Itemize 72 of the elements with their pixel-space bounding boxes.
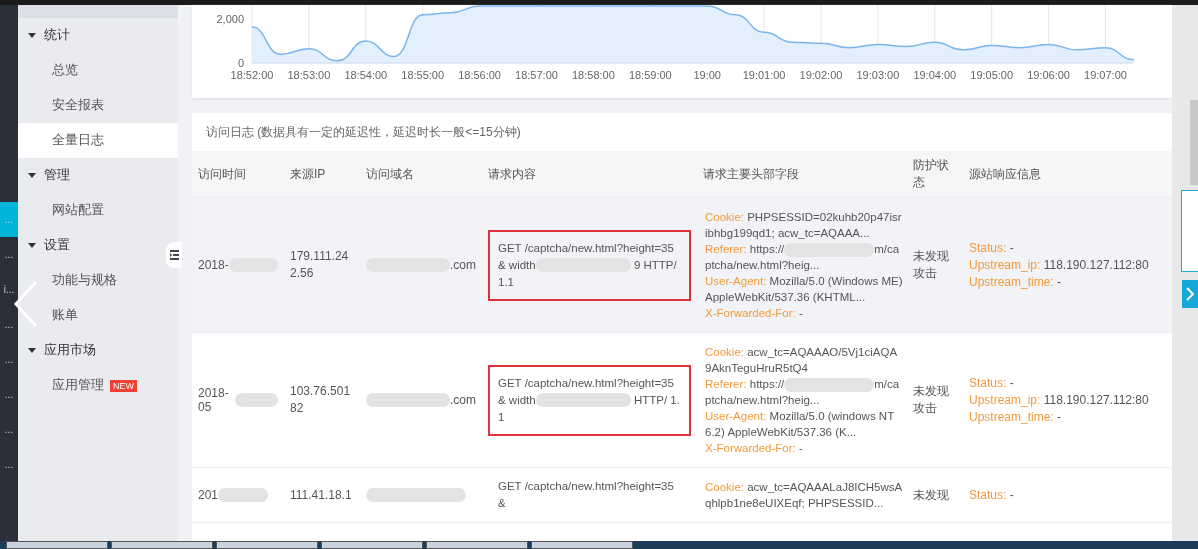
column-header: 防护状态 xyxy=(912,157,950,191)
x-tick-label: 18:59:00 xyxy=(628,69,672,81)
sidebar-item[interactable]: 网站配置 xyxy=(18,193,178,228)
column-header: 访问时间 xyxy=(197,165,247,183)
x-tick-label: 19:02:00 xyxy=(799,69,843,81)
headers-cell-text: Cookie: acw_tc=AQAAALaJ8ICH5wsAqhlpb1ne8eUIXEqf; PHPSESSID... xyxy=(704,480,904,511)
sidebar-group[interactable]: 统计 xyxy=(18,18,178,53)
x-tick-label: 19:06:00 xyxy=(1027,69,1070,81)
rail-item[interactable]: i... xyxy=(0,272,18,307)
highlight-box: GET /captcha/new.html?height=35& width HTTP/ 1.1 xyxy=(488,364,691,436)
rail-item[interactable]: ... xyxy=(0,237,18,272)
scrollbar-thumb[interactable] xyxy=(1190,100,1198,185)
x-tick-label: 19:07:00 xyxy=(1084,69,1127,81)
rail-item[interactable]: ... xyxy=(0,412,18,447)
column-header: 来源IP xyxy=(289,165,327,183)
sidebar-item[interactable]: 全量日志 xyxy=(18,123,178,158)
column-header: 请求主要头部字段 xyxy=(702,165,800,183)
time-cell: 201 xyxy=(198,488,219,502)
time-cell: 2018- xyxy=(198,258,229,272)
sidebar-group[interactable]: 应用市场 xyxy=(18,333,178,368)
response-cell-text: Status: - xyxy=(968,486,1015,504)
protection-status: 未发现 xyxy=(912,486,950,504)
domain-cell: .com xyxy=(450,258,476,272)
sidebar-item[interactable]: 安全报表 xyxy=(18,88,178,123)
sidebar-item[interactable]: 应用管理 NEW xyxy=(18,368,178,403)
time-cell-text: 2018-05 xyxy=(198,386,230,414)
collapse-button[interactable] xyxy=(166,242,182,268)
help-tab[interactable] xyxy=(1181,190,1198,272)
headers-cell-text: Cookie: PHPSESSID=02kuhb20p47isribhbg199qd1; acw_tc=AQAAA... Referer: https:// m/captcha/new.html?heig... User-Agent: Mozilla/5.0 (Windows ME) AppleWebKit/537.36 (KHTML... X-Forwarded-For: - xyxy=(704,210,904,321)
ip-cell-text: 179.111.242.56 xyxy=(289,248,350,282)
protection-status: 未发现攻击 xyxy=(912,383,950,417)
blurred-text xyxy=(235,393,278,407)
rail-item[interactable]: ... xyxy=(0,447,18,482)
new-badge: NEW xyxy=(110,379,137,392)
x-tick-label: 18:56:00 xyxy=(458,69,501,81)
request-cell-text: GET /captcha/new.html?height=35& xyxy=(497,479,675,511)
y-tick-label: 0 xyxy=(237,57,244,69)
menu-icon xyxy=(169,250,179,260)
ip-cell-text: 111.41.18.1 xyxy=(289,486,353,504)
x-tick-label: 19:01:00 xyxy=(742,69,786,81)
log-title: 访问日志 (数据具有一定的延迟性，延迟时长一般<=15分钟) xyxy=(205,123,522,141)
chevron-icon xyxy=(1185,287,1195,301)
x-tick-label: 18:58:00 xyxy=(572,69,615,81)
ip-cell-text: 103.76.50182 xyxy=(289,383,352,417)
rail-item[interactable]: ... xyxy=(0,342,18,377)
headers-cell-text: Cookie: acw_tc=AQAAAO/5Vj1ciAQA9AknTeguHruR5tQ4 Referer: https:// m/captcha/new.html?heig... User-Agent: Mozilla/5.0 (windows NT 6.2) AppleWebKit/537.36 (K... X-Forwarded-For: - xyxy=(704,345,901,456)
column-header: 访问域名 xyxy=(365,165,415,183)
x-tick-label: 19:00 xyxy=(693,69,721,81)
rail-item[interactable]: ... xyxy=(0,377,18,412)
column-header: 请求内容 xyxy=(487,165,537,183)
domain-cell: .com xyxy=(450,393,476,407)
x-tick-label: 18:57:00 xyxy=(515,69,558,81)
y-tick-label: 2,000 xyxy=(216,13,244,26)
sidebar-group[interactable]: 管理 xyxy=(18,158,178,193)
sidebar-item[interactable]: 总览 xyxy=(18,53,178,88)
x-tick-label: 19:03:00 xyxy=(856,69,900,81)
highlight-box: GET /captcha/new.html?height=35& width 9 HTTP/ 1.1 xyxy=(488,229,691,301)
x-tick-label: 19:04:00 xyxy=(913,69,957,81)
response-cell-text: Status: - Upstream_ip: 118.190.127.112:80 Upstream_time: - xyxy=(968,239,1150,291)
chevron-button[interactable] xyxy=(1182,280,1198,308)
sidebar-item[interactable]: 账单 xyxy=(18,298,178,333)
response-cell-text: Status: - Upstream_ip: 118.190.127.112:80 Upstream_time: - xyxy=(968,374,1150,426)
x-tick-label: 18:52:00 xyxy=(230,69,274,81)
rail-item[interactable]: ... xyxy=(0,307,18,342)
blurred-text xyxy=(218,488,269,502)
protection-status: 未发现攻击 xyxy=(912,248,950,282)
sidebar-item[interactable]: 功能与规格 xyxy=(18,263,178,298)
x-tick-label: 18:53:00 xyxy=(287,69,331,81)
x-tick-label: 18:55:00 xyxy=(401,69,445,81)
x-tick-label: 19:05:00 xyxy=(970,69,1014,81)
column-header: 源站响应信息 xyxy=(968,165,1042,183)
x-tick-label: 18:54:00 xyxy=(344,69,388,81)
